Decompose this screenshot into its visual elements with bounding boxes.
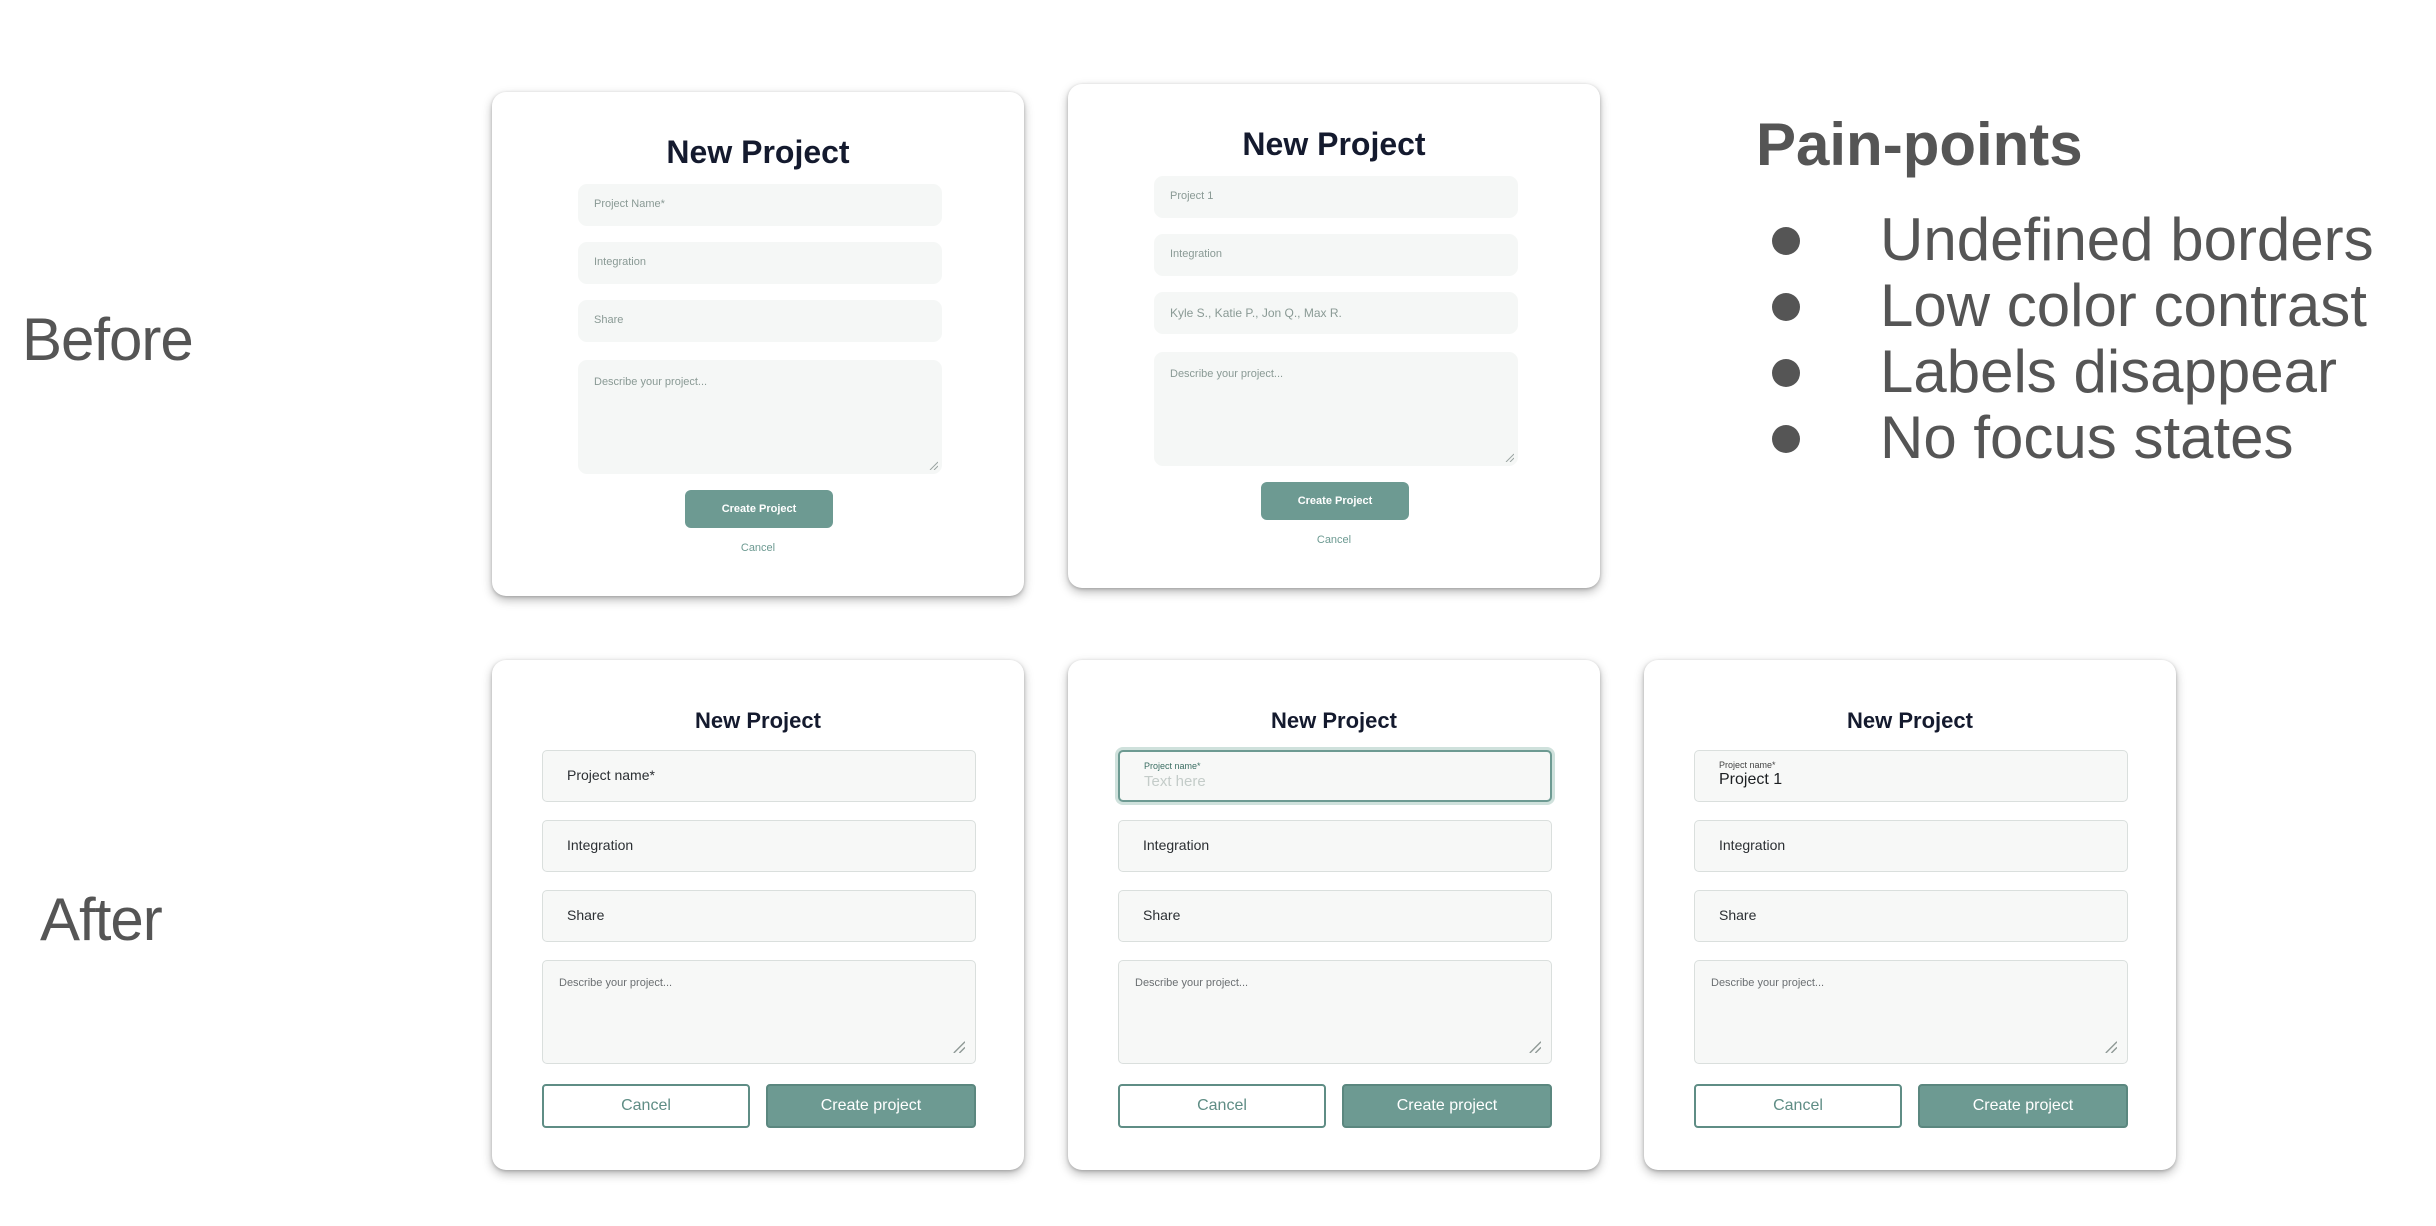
description-textarea[interactable]: Describe your project... <box>1154 352 1518 466</box>
integration-input[interactable]: Integration <box>1118 820 1552 872</box>
project-name-value: Project 1 <box>1719 771 1783 788</box>
description-textarea[interactable]: Describe your project... <box>1694 960 2128 1064</box>
resize-grip-icon[interactable] <box>928 460 938 470</box>
card-title: New Project <box>1271 708 1397 733</box>
bullet-icon <box>1772 293 1800 321</box>
project-name-input[interactable]: Project name* Text here <box>1118 750 1552 802</box>
bullet-icon <box>1772 227 1800 255</box>
pain-point-item: No focus states <box>1772 403 2412 473</box>
pain-point-item: Low color contrast <box>1772 271 2412 341</box>
card-title: New Project <box>695 708 821 733</box>
integration-input[interactable]: Integration <box>1154 234 1518 276</box>
project-name-placeholder: Text here <box>1144 773 1206 790</box>
before-label: Before <box>22 306 194 373</box>
description-textarea[interactable]: Describe your project... <box>1118 960 1552 1064</box>
pain-point-text: Low color contrast <box>1880 272 2367 339</box>
create-project-button[interactable]: Create project <box>766 1084 976 1128</box>
after-card-2: New Project Project name* Text here Inte… <box>1068 660 1600 1170</box>
card-title: New Project <box>666 134 850 170</box>
description-textarea[interactable]: Describe your project... <box>542 960 976 1064</box>
share-input[interactable]: Share <box>1118 890 1552 942</box>
description-placeholder: Describe your project... <box>594 376 708 388</box>
after-label: After <box>40 886 163 953</box>
project-name-input[interactable]: Project name* Project 1 <box>1694 750 2128 802</box>
card-title: New Project <box>1242 126 1426 162</box>
cancel-button[interactable]: Cancel <box>1118 1084 1326 1128</box>
create-project-button[interactable]: Create project <box>1918 1084 2128 1128</box>
resize-grip-icon[interactable] <box>951 1039 965 1053</box>
integration-input[interactable]: Integration <box>542 820 976 872</box>
description-placeholder: Describe your project... <box>1135 977 1249 989</box>
create-project-button[interactable]: Create Project <box>685 490 833 528</box>
before-card-2: New Project Project 1 Integration Kyle S… <box>1068 84 1600 588</box>
description-placeholder: Describe your project... <box>559 977 673 989</box>
integration-input[interactable]: Integration <box>578 242 942 284</box>
share-input[interactable]: Share <box>1694 890 2128 942</box>
before-card-1: New Project Project Name* Integration Sh… <box>492 92 1024 596</box>
project-name-label: Project name* <box>1719 760 1776 770</box>
resize-grip-icon[interactable] <box>1527 1039 1541 1053</box>
cancel-link[interactable]: Cancel <box>1068 534 1600 546</box>
pain-point-text: Labels disappear <box>1880 338 2338 405</box>
description-placeholder: Describe your project... <box>1170 368 1284 380</box>
share-input[interactable]: Share <box>542 890 976 942</box>
resize-grip-icon[interactable] <box>2103 1039 2117 1053</box>
pain-points-title: Pain-points <box>1756 111 2083 178</box>
project-name-label: Project name* <box>1144 761 1201 771</box>
pain-point-item: Undefined borders <box>1772 205 2412 275</box>
pain-point-text: No focus states <box>1880 404 2294 471</box>
bullet-icon <box>1772 359 1800 387</box>
after-card-1: New Project Project name* Integration Sh… <box>492 660 1024 1170</box>
description-textarea[interactable]: Describe your project... <box>578 360 942 474</box>
bullet-icon <box>1772 425 1800 453</box>
description-placeholder: Describe your project... <box>1711 977 1825 989</box>
cancel-button[interactable]: Cancel <box>1694 1084 1902 1128</box>
cancel-link[interactable]: Cancel <box>492 542 1024 554</box>
create-project-button[interactable]: Create Project <box>1261 482 1409 520</box>
share-input[interactable]: Kyle S., Katie P., Jon Q., Max R. <box>1154 292 1518 334</box>
project-name-input[interactable]: Project 1 <box>1154 176 1518 218</box>
create-project-button[interactable]: Create project <box>1342 1084 1552 1128</box>
cancel-button[interactable]: Cancel <box>542 1084 750 1128</box>
pain-point-text: Undefined borders <box>1880 206 2374 273</box>
project-name-input[interactable]: Project Name* <box>578 184 942 226</box>
project-name-input[interactable]: Project name* <box>542 750 976 802</box>
card-title: New Project <box>1847 708 1973 733</box>
resize-grip-icon[interactable] <box>1504 452 1514 462</box>
after-card-3: New Project Project name* Project 1 Inte… <box>1644 660 2176 1170</box>
pain-point-item: Labels disappear <box>1772 337 2412 407</box>
integration-input[interactable]: Integration <box>1694 820 2128 872</box>
share-input[interactable]: Share <box>578 300 942 342</box>
